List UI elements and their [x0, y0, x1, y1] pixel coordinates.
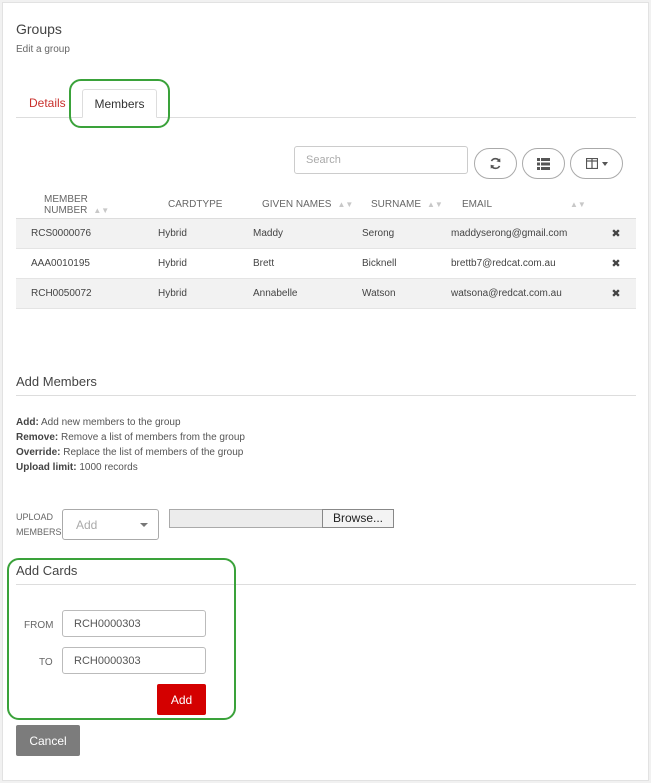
delete-row-button[interactable]: ✖	[596, 278, 636, 309]
table-header-row: MEMBER NUMBER ▲▼ CARDTYPE GIVEN NAMES ▲▼ S…	[16, 192, 636, 219]
col-given-names[interactable]: GIVEN NAMES ▲▼	[248, 192, 357, 219]
table-row: RCS0000076 Hybrid Maddy Serong maddysero…	[16, 218, 636, 249]
tab-details[interactable]: Details	[29, 96, 66, 110]
cell-cardtype: Hybrid	[154, 278, 248, 309]
cell-member-number: RCH0050072	[16, 278, 154, 309]
col-cardtype: CARDTYPE	[154, 192, 248, 219]
members-tab-highlight	[69, 79, 170, 128]
col-surname[interactable]: SURNAME ▲▼	[357, 192, 448, 219]
sort-icon: ▲▼	[337, 200, 354, 210]
cell-cardtype: Hybrid	[154, 248, 248, 279]
main-panel: Groups Edit a group Details Members Sear…	[2, 2, 649, 781]
cancel-button[interactable]: Cancel	[16, 725, 80, 756]
cell-given-names: Annabelle	[248, 278, 357, 309]
legend-remove: Remove: Remove a list of members from th…	[16, 432, 245, 443]
upload-mode-select[interactable]: Add	[62, 509, 159, 540]
add-members-title: Add Members	[16, 374, 97, 389]
cell-member-number: AAA0010195	[16, 248, 154, 279]
list-icon	[537, 157, 550, 170]
sort-icon: ▲▼	[427, 200, 443, 210]
table-row: RCH0050072 Hybrid Annabelle Watson watso…	[16, 278, 636, 309]
delete-row-button[interactable]: ✖	[596, 248, 636, 279]
list-view-button[interactable]	[522, 148, 565, 179]
legend-upload-limit: Upload limit: 1000 records	[16, 462, 138, 473]
cell-surname: Serong	[357, 218, 448, 249]
col-actions	[596, 192, 636, 219]
delete-row-button[interactable]: ✖	[596, 218, 636, 249]
add-members-divider	[16, 395, 636, 396]
cell-surname: Watson	[357, 278, 448, 309]
close-icon: ✖	[611, 287, 621, 300]
upload-members-label: UPLOAD MEMBERS	[16, 512, 62, 537]
caret-down-icon	[140, 523, 148, 527]
page-subtitle: Edit a group	[16, 44, 70, 55]
cell-email: maddyserong@gmail.com	[448, 218, 596, 249]
cell-email: brettb7@redcat.com.au	[448, 248, 596, 279]
search-input[interactable]	[294, 146, 468, 174]
refresh-button[interactable]	[474, 148, 517, 179]
columns-icon	[585, 158, 598, 169]
cell-cardtype: Hybrid	[154, 218, 248, 249]
cell-member-number: RCS0000076	[16, 218, 154, 249]
col-email[interactable]: EMAIL ▲▼	[448, 192, 596, 219]
sort-icon: ▲▼	[570, 200, 586, 210]
cell-given-names: Brett	[248, 248, 357, 279]
cell-given-names: Maddy	[248, 218, 357, 249]
legend-override: Override: Replace the list of members of…	[16, 447, 244, 458]
upload-mode-value: Add	[76, 518, 98, 532]
cell-email: watsona@redcat.com.au	[448, 278, 596, 309]
members-table: MEMBER NUMBER ▲▼ CARDTYPE GIVEN NAMES ▲▼ S…	[16, 192, 636, 309]
caret-down-icon	[601, 161, 608, 166]
close-icon: ✖	[611, 227, 621, 240]
refresh-icon	[490, 157, 501, 170]
browse-button[interactable]: Browse...	[322, 509, 394, 528]
cell-surname: Bicknell	[357, 248, 448, 279]
legend-add: Add: Add new members to the group	[16, 417, 181, 428]
sort-icon: ▲▼	[93, 205, 110, 215]
add-cards-highlight	[7, 558, 236, 720]
table-row: AAA0010195 Hybrid Brett Bicknell brettb7…	[16, 248, 636, 279]
page-title: Groups	[16, 21, 62, 37]
columns-dropdown-button[interactable]	[570, 148, 623, 179]
close-icon: ✖	[611, 257, 621, 270]
col-member-number[interactable]: MEMBER NUMBER ▲▼	[16, 192, 154, 219]
add-members-legend: Add: Add new members to the group Remove…	[16, 415, 245, 475]
file-path-display	[169, 509, 322, 528]
